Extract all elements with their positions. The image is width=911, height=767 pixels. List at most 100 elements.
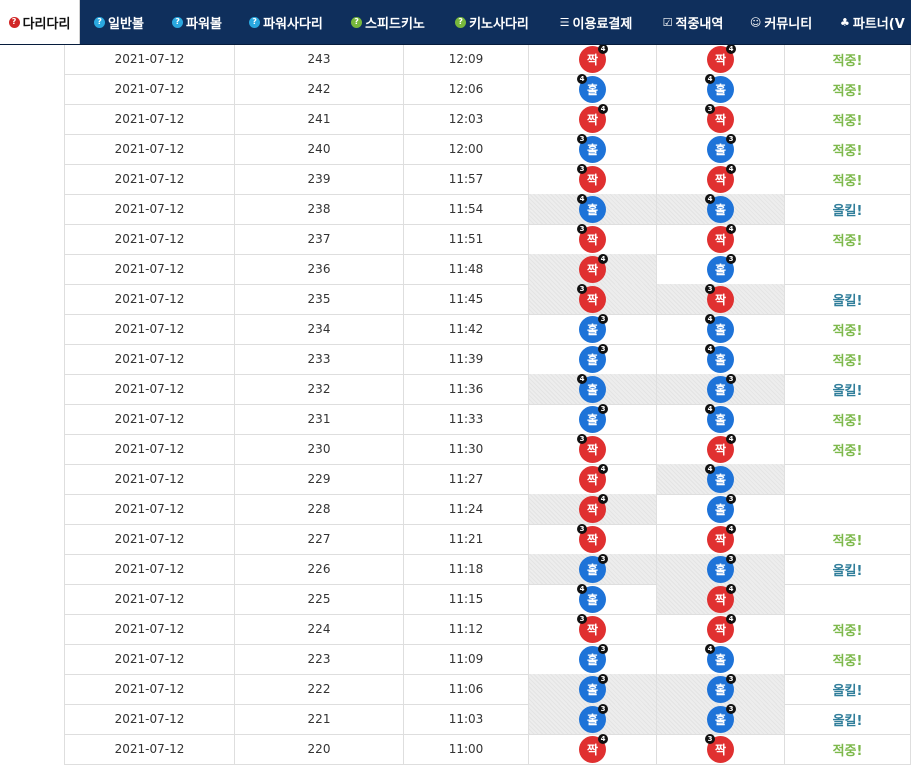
ball-label: 짝 [714, 232, 727, 247]
date-cell: 2021-07-12 [64, 584, 234, 614]
table-row: 2021-07-12 235 11:45 짝 3 짝 3 올킬! [64, 283, 911, 315]
table-row: 2021-07-12 221 11:03 홀 3 홀 3 올킬! [64, 703, 911, 735]
date-cell: 2021-07-12 [64, 614, 234, 644]
line-count-badge: 4 [705, 193, 715, 204]
date-cell: 2021-07-12 [64, 644, 234, 674]
ball-label: 짝 [586, 442, 599, 457]
date-cell: 2021-07-12 [64, 374, 234, 404]
pick-cell-1: 짝4 [528, 493, 656, 524]
ball-label: 짝 [714, 112, 727, 127]
result-cell: 적중! [784, 524, 911, 554]
line-count-badge: 4 [726, 163, 736, 174]
line-count-badge: 4 [598, 493, 608, 504]
pick-cell-1: 홀4 [528, 73, 656, 104]
time-cell: 11:48 [403, 254, 528, 284]
coins-icon: ☰ [559, 15, 570, 29]
nav-tab-keno-ladder[interactable]: ? 키노사다리 [440, 0, 544, 44]
table-row: 2021-07-12 241 12:03 짝 4 짝 3 적중! [64, 103, 911, 135]
table-row: 2021-07-12 226 11:18 홀 3 홀 3 올킬! [64, 553, 911, 585]
date-cell: 2021-07-12 [64, 134, 234, 164]
pick-cell-1: 짝4 [528, 45, 656, 74]
pick-cell-1: 홀3 [528, 313, 656, 344]
nav-tab-label: 파트너(V [852, 16, 905, 32]
nav-tab-normal-ball[interactable]: ? 일반볼 [80, 0, 158, 44]
pick-cell-2: 홀3 [656, 493, 784, 524]
question-icon: ? [455, 16, 467, 28]
nav-tab-dari[interactable]: ? 다리다리 [0, 0, 80, 44]
line-count-badge: 4 [705, 463, 715, 474]
result-cell: 적중! [784, 434, 911, 464]
nav-tab-label: 이용료결제 [572, 16, 633, 32]
ball-label: 짝 [586, 472, 599, 487]
line-count-badge: 4 [726, 45, 736, 54]
round-cell: 231 [234, 404, 403, 434]
table-row: 2021-07-12 234 11:42 홀 3 홀 4 적중! [64, 313, 911, 345]
even-ball: 짝3 [577, 523, 606, 553]
even-ball: 짝4 [707, 613, 736, 643]
date-cell: 2021-07-12 [64, 464, 234, 494]
round-cell: 235 [234, 284, 403, 314]
nav-tab-speed-keno[interactable]: ? 스피드키노 [336, 0, 440, 44]
ball-label: 짝 [714, 532, 727, 547]
line-count-badge: 3 [598, 703, 608, 714]
round-cell: 222 [234, 674, 403, 704]
ball-label: 짝 [714, 442, 727, 457]
pick-cell-1: 짝3 [528, 283, 656, 314]
time-cell: 12:00 [403, 134, 528, 164]
pick-cell-2: 홀4 [656, 73, 784, 104]
table-row: 2021-07-12 237 11:51 짝 3 짝 4 적중! [64, 223, 911, 255]
ball-label: 홀 [586, 652, 599, 667]
pick-cell-2: 홀3 [656, 553, 784, 584]
nav-tab-powerball[interactable]: ? 파워볼 [158, 0, 236, 44]
pick-cell-1: 짝3 [528, 433, 656, 464]
round-cell: 225 [234, 584, 403, 614]
round-cell: 226 [234, 554, 403, 584]
date-cell: 2021-07-12 [64, 314, 234, 344]
nav-tab-payment[interactable]: ☰ 이용료결제 [544, 0, 648, 44]
pick-cell-2: 짝4 [656, 45, 784, 74]
ball-label: 짝 [586, 52, 599, 67]
nav-tab-partner[interactable]: ♣ 파트너(V [824, 0, 911, 44]
line-count-badge: 4 [577, 583, 587, 594]
pick-cell-2: 홀3 [656, 373, 784, 404]
round-cell: 241 [234, 104, 403, 134]
nav-tab-label: 적중내역 [675, 16, 724, 32]
line-count-badge: 4 [705, 73, 715, 84]
result-cell: 적중! [784, 314, 911, 344]
even-ball: 짝4 [579, 45, 608, 73]
ball-label: 홀 [714, 322, 727, 337]
round-cell: 224 [234, 614, 403, 644]
result-cell: 적중! [784, 74, 911, 104]
result-cell: 적중! [784, 404, 911, 434]
odd-ball: 홀4 [705, 403, 734, 433]
nav-tab-hit-history[interactable]: ☑ 적중내역 [648, 0, 738, 44]
line-count-badge: 3 [705, 103, 715, 114]
date-cell: 2021-07-12 [64, 494, 234, 524]
line-count-badge: 3 [598, 673, 608, 684]
odd-ball: 홀4 [577, 73, 606, 103]
pick-cell-1: 홀4 [528, 583, 656, 614]
nav-tab-community[interactable]: ☺ 커뮤니티 [738, 0, 824, 44]
ball-label: 짝 [586, 622, 599, 637]
pick-cell-2: 짝4 [656, 583, 784, 614]
line-count-badge: 3 [726, 553, 736, 564]
even-ball: 짝3 [577, 223, 606, 253]
even-ball: 짝4 [579, 103, 608, 133]
odd-ball: 홀4 [705, 463, 734, 493]
pick-cell-1: 홀4 [528, 193, 656, 224]
pick-cell-2: 짝4 [656, 163, 784, 194]
ball-label: 홀 [714, 382, 727, 397]
odd-ball: 홀3 [579, 643, 608, 673]
result-cell [784, 584, 911, 614]
odd-ball: 홀3 [707, 493, 736, 523]
result-cell: 적중! [784, 104, 911, 134]
nav-tab-power-ladder[interactable]: ? 파워사다리 [236, 0, 336, 44]
pick-cell-1: 짝3 [528, 163, 656, 194]
line-count-badge: 4 [705, 313, 715, 324]
line-count-badge: 3 [598, 343, 608, 354]
line-count-badge: 4 [705, 643, 715, 654]
odd-ball: 홀4 [577, 373, 606, 403]
ball-label: 짝 [586, 502, 599, 517]
ball-label: 홀 [586, 682, 599, 697]
odd-ball: 홀3 [579, 403, 608, 433]
